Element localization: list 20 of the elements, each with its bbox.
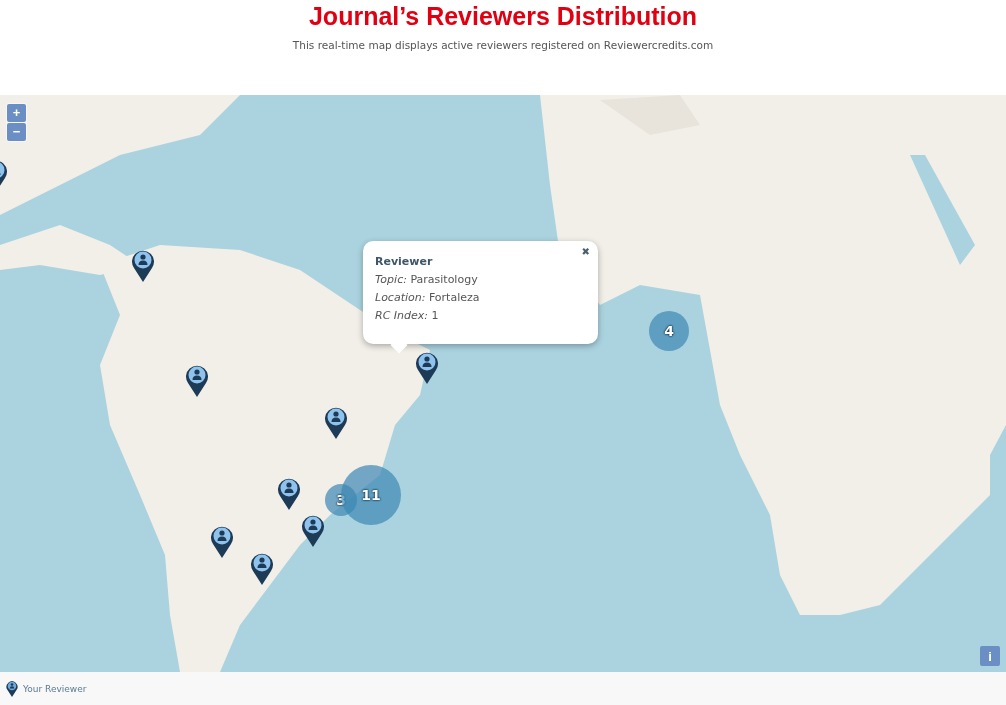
person-pin-icon[interactable] <box>301 513 325 547</box>
person-pin-icon <box>6 680 18 697</box>
person-pin-icon[interactable] <box>324 405 348 439</box>
popup-detail: Topic: Parasitology <box>375 273 479 286</box>
zoom-in-button[interactable]: + <box>7 104 26 122</box>
person-pin-icon[interactable] <box>131 248 155 282</box>
person-pin-icon[interactable] <box>250 551 274 585</box>
popup-title: Reviewer <box>375 255 434 268</box>
page-subtitle: This real-time map displays active reviewers registered on Reviewercredits.com <box>292 39 714 51</box>
person-pin-icon[interactable] <box>185 363 209 397</box>
popup-detail: RC Index: 1 <box>375 309 440 322</box>
page-title: Journal’s Reviewers Distribution <box>308 2 698 31</box>
person-pin-icon[interactable] <box>210 524 234 558</box>
close-icon[interactable]: ✖ <box>581 246 590 257</box>
info-button[interactable]: i <box>980 646 1000 666</box>
legend-label: Your Reviewer <box>23 683 87 694</box>
person-pin-icon[interactable] <box>415 350 439 384</box>
popup-detail: Location: Fortaleza <box>375 291 481 304</box>
person-pin-icon[interactable] <box>277 476 301 510</box>
zoom-out-button[interactable]: − <box>7 123 26 141</box>
